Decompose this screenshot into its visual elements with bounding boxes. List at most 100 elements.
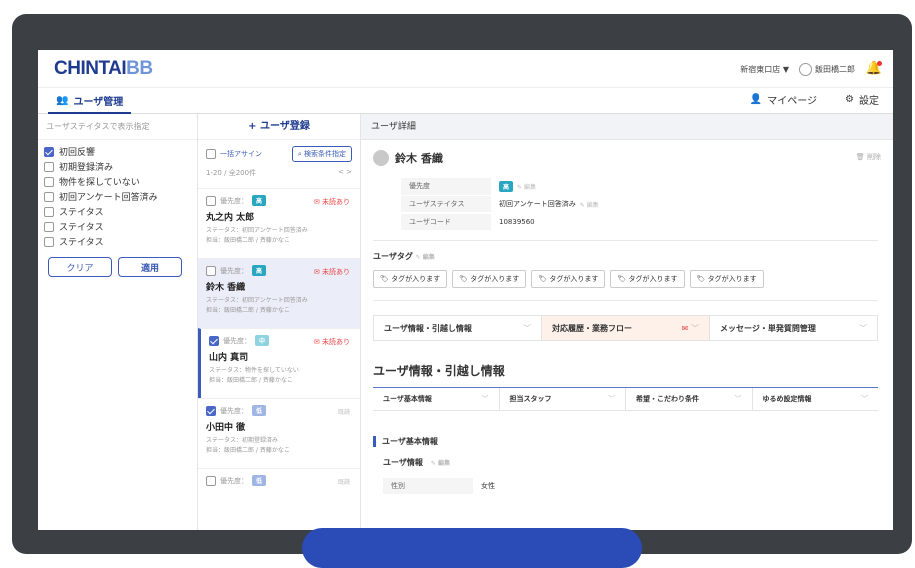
filter-header: ユーザステイタスで表示指定 <box>38 114 197 140</box>
checkbox[interactable] <box>206 149 216 159</box>
tag-list: 🏷 タグが入ります 🏷 タグが入ります 🏷 タグが入ります 🏷 タグが入ります … <box>373 270 764 288</box>
section-title: ユーザ情報・引越し情報 <box>373 364 505 378</box>
add-user-button[interactable]: + ユーザ登録 <box>198 114 360 140</box>
checkbox[interactable] <box>44 161 54 172</box>
filter-item[interactable]: ステイタス <box>38 204 197 219</box>
tab-user-management[interactable]: 👥 ユーザ管理 <box>48 88 132 114</box>
checkbox[interactable] <box>44 146 54 157</box>
current-user[interactable]: 飯田橋二郎 <box>799 62 855 76</box>
store-selector[interactable]: 新宿東口店 ▼ <box>740 64 789 75</box>
user-info-title: ユーザ情報 <box>383 458 423 467</box>
detail-key: ユーザステイタス <box>401 196 491 212</box>
filter-label: 初回アンケート回答済み <box>59 193 158 203</box>
tag-edit-link[interactable]: ✎ 編集 <box>416 254 435 261</box>
search-condition-button[interactable]: ⌕ 検索条件指定 <box>291 146 352 162</box>
user-list-panel: + ユーザ登録 一括アサイン ⌕ 検索条件指定 1-20 / 全200件 < > … <box>198 114 361 539</box>
clear-button[interactable]: クリア <box>48 257 112 277</box>
edit-link[interactable]: ✎ 編集 <box>517 182 536 191</box>
top-right-area: 新宿東口店 ▼ 飯田橋二郎 🔔 <box>740 60 883 78</box>
user-status: ステータス：物件を探していない <box>209 367 299 374</box>
logo-text-main: CHINTAI <box>54 58 127 79</box>
tab-label: 対応履歴・業務フロー <box>552 323 632 333</box>
tag-chip[interactable]: 🏷 タグが入ります <box>531 270 606 288</box>
bulk-assign-label: 一括アサイン <box>220 150 262 158</box>
chevron-down-icon: ﹀ <box>523 323 531 333</box>
detail-value: 女性 <box>481 482 495 490</box>
tag-chip[interactable]: 🏷 タグが入ります <box>373 270 448 288</box>
mail-icon: ✉ <box>313 198 322 206</box>
tag-chip[interactable]: 🏷 タグが入ります <box>452 270 527 288</box>
user-card-list: 優先度： 高 ✉ 未読あり 丸之内 太郎 ステータス：初回アンケート回答済み 担当：… <box>198 188 360 538</box>
read-flag: 既読 <box>337 479 350 486</box>
pager-arrows[interactable]: < > <box>338 168 352 178</box>
chevron-down-icon: ﹀ <box>691 323 699 333</box>
checkbox[interactable] <box>206 405 216 416</box>
unread-flag-label: 未読あり <box>322 198 350 206</box>
tag-icon: 🏷 <box>538 275 550 283</box>
subtab-loose-settings[interactable]: ゆるめ設定情報 ﹀ <box>753 388 879 410</box>
search-condition-label: 検索条件指定 <box>304 150 346 158</box>
user-card-selected[interactable]: 優先度： 高 ✉ 未読あり 鈴木 香織 ステータス：初回アンケート回答済み 担当：飯… <box>198 258 360 328</box>
unread-flag: ✉ 未読あり <box>314 267 350 277</box>
filter-item[interactable]: 初期登録済み <box>38 159 197 174</box>
filter-buttons: クリア 適用 <box>38 249 197 285</box>
filter-item[interactable]: 初回アンケート回答済み <box>38 189 197 204</box>
tag-title: ユーザタグ <box>373 252 413 261</box>
chevron-down-icon: ﹀ <box>861 395 868 403</box>
user-staff: 担当：飯田橋二郎 / 斉藤かなこ <box>206 447 290 454</box>
tab-label: メッセージ・単発質問管理 <box>720 323 816 333</box>
checkbox[interactable] <box>44 221 54 232</box>
filter-item[interactable]: 物件を探していない <box>38 174 197 189</box>
filter-label: 初期登録済み <box>59 163 114 173</box>
filter-item[interactable]: ステイタス <box>38 234 197 249</box>
tag-chip[interactable]: 🏷 タグが入ります <box>610 270 685 288</box>
checkbox[interactable] <box>209 335 219 346</box>
user-card[interactable]: 優先度： 高 ✉ 未読あり 丸之内 太郎 ステータス：初回アンケート回答済み 担当：… <box>198 188 360 258</box>
user-card[interactable]: 優先度： 低 既読 小田中 徹 ステータス：初期登録済み 担当：飯田橋二郎 / 斉藤… <box>198 398 360 468</box>
settings-link[interactable]: ⚙ 設定 <box>845 92 879 107</box>
tab-messages[interactable]: メッセージ・単発質問管理 ﹀ <box>710 316 877 340</box>
list-count: 1-20 / 全200件 <box>206 169 257 177</box>
checkbox[interactable] <box>44 206 54 217</box>
user-status: ステータス：初期登録済み <box>206 437 279 444</box>
tab-history[interactable]: 対応履歴・業務フロー ✉ ﹀ <box>542 316 710 340</box>
detail-row-code: ユーザコード 10839560 <box>401 214 543 230</box>
tab-user-info[interactable]: ユーザ情報・引越し情報 ﹀ <box>374 316 542 340</box>
filter-label: ステイタス <box>59 223 104 233</box>
checkbox[interactable] <box>206 475 216 486</box>
checkbox[interactable] <box>206 195 216 206</box>
tag-chip[interactable]: 🏷 タグが入ります <box>689 270 764 288</box>
priority-label: 優先度： <box>220 196 248 205</box>
users-icon: 👥 <box>56 94 69 106</box>
pencil-icon: ✎ <box>579 201 587 209</box>
divider <box>373 300 878 301</box>
subtab-staff[interactable]: 担当スタッフ ﹀ <box>500 388 626 410</box>
user-status: ステータス：初回アンケート回答済み <box>206 297 308 304</box>
edit-link[interactable]: ✎ 編集 <box>580 200 599 209</box>
checkbox[interactable] <box>206 265 216 276</box>
checkbox[interactable] <box>44 176 54 187</box>
edit-link[interactable]: ✎ 編集 <box>431 458 450 467</box>
top-bar: CHINTAIBB 新宿東口店 ▼ 飯田橋二郎 🔔 <box>38 50 893 88</box>
checkbox[interactable] <box>44 191 54 202</box>
filter-item[interactable]: ステイタス <box>38 219 197 234</box>
edit-label: 編集 <box>437 460 450 467</box>
priority-label: 優先度： <box>220 266 248 275</box>
filter-label: 物件を探していない <box>59 178 140 188</box>
unread-flag: ✉ 未読あり <box>314 197 350 207</box>
user-detail-panel: ユーザ詳細 鈴木 香織 🗑 削除 優先度高 ✎ 編集 ユーザステイタス 初回アンケー… <box>361 114 893 539</box>
delete-button[interactable]: 🗑 削除 <box>856 152 881 162</box>
subtab-basic[interactable]: ユーザ基本情報 ﹀ <box>373 388 500 410</box>
apply-button[interactable]: 適用 <box>118 257 182 277</box>
current-user-name: 飯田橋二郎 <box>815 64 855 74</box>
notification-bell-icon[interactable]: 🔔 <box>865 60 883 78</box>
filter-item[interactable]: 初回反響 <box>38 144 197 159</box>
subtab-preferences[interactable]: 希望・こだわり条件 ﹀ <box>626 388 753 410</box>
list-count-row: 1-20 / 全200件 < > <box>198 168 360 178</box>
checkbox[interactable] <box>44 236 54 247</box>
mypage-link[interactable]: 👤 マイページ <box>750 92 817 107</box>
bulk-assign[interactable]: 一括アサイン <box>206 149 262 159</box>
user-card[interactable]: 優先度： 中 ✉ 未読あり 山内 真司 ステータス：物件を探していない 担当：飯田橋… <box>198 328 360 398</box>
app-logo[interactable]: CHINTAIBB <box>54 58 153 80</box>
detail-row-priority: 優先度高 ✎ 編集 <box>401 178 544 195</box>
